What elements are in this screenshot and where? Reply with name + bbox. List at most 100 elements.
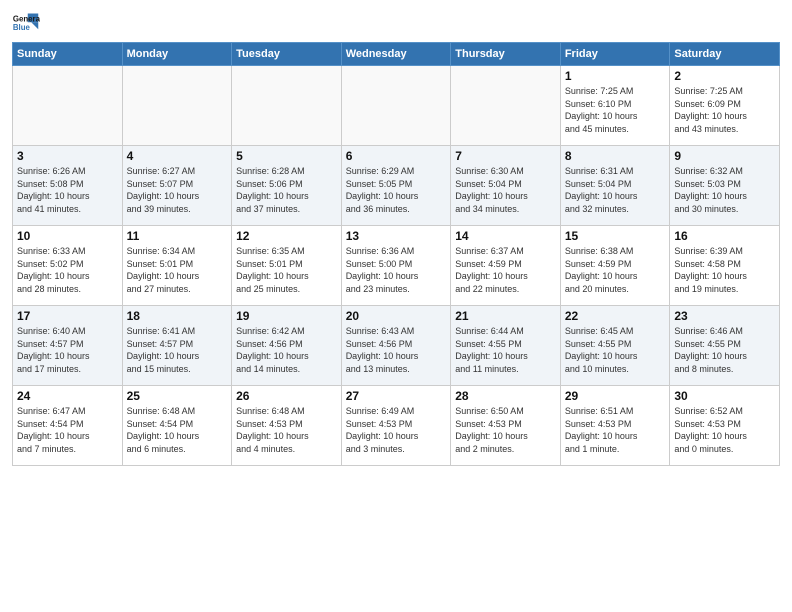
calendar-cell: 30 Sunrise: 6:52 AM Sunset: 4:53 PM Dayli… bbox=[670, 386, 780, 466]
day-number: 2 bbox=[674, 69, 775, 83]
weekday-header: Wednesday bbox=[341, 43, 451, 66]
day-number: 29 bbox=[565, 389, 666, 403]
day-number: 25 bbox=[127, 389, 228, 403]
calendar-cell bbox=[122, 66, 232, 146]
day-info: Sunrise: 6:49 AM Sunset: 4:53 PM Dayligh… bbox=[346, 405, 447, 455]
day-number: 24 bbox=[17, 389, 118, 403]
day-info: Sunrise: 6:26 AM Sunset: 5:08 PM Dayligh… bbox=[17, 165, 118, 215]
calendar-cell: 25 Sunrise: 6:48 AM Sunset: 4:54 PM Dayli… bbox=[122, 386, 232, 466]
calendar-cell: 28Sunrise: 6:50 AM Sunset: 4:53 PM Dayli… bbox=[451, 386, 561, 466]
day-number: 21 bbox=[455, 309, 556, 323]
calendar-cell bbox=[13, 66, 123, 146]
day-info: Sunrise: 6:36 AM Sunset: 5:00 PM Dayligh… bbox=[346, 245, 447, 295]
calendar-cell bbox=[341, 66, 451, 146]
logo-icon: General Blue bbox=[12, 10, 40, 38]
day-number: 8 bbox=[565, 149, 666, 163]
day-number: 26 bbox=[236, 389, 337, 403]
svg-text:General: General bbox=[13, 14, 40, 23]
weekday-header: Friday bbox=[560, 43, 670, 66]
day-info: Sunrise: 7:25 AM Sunset: 6:09 PM Dayligh… bbox=[674, 85, 775, 135]
calendar-week-row: 1 Sunrise: 7:25 AM Sunset: 6:10 PM Daylig… bbox=[13, 66, 780, 146]
day-info: Sunrise: 6:37 AM Sunset: 4:59 PM Dayligh… bbox=[455, 245, 556, 295]
day-number: 12 bbox=[236, 229, 337, 243]
day-number: 27 bbox=[346, 389, 447, 403]
day-number: 23 bbox=[674, 309, 775, 323]
logo: General Blue bbox=[12, 10, 40, 38]
calendar-cell: 10Sunrise: 6:33 AM Sunset: 5:02 PM Dayli… bbox=[13, 226, 123, 306]
calendar-cell: 13 Sunrise: 6:36 AM Sunset: 5:00 PM Dayli… bbox=[341, 226, 451, 306]
day-number: 14 bbox=[455, 229, 556, 243]
calendar-cell: 3Sunrise: 6:26 AM Sunset: 5:08 PM Daylig… bbox=[13, 146, 123, 226]
day-info: Sunrise: 7:25 AM Sunset: 6:10 PM Dayligh… bbox=[565, 85, 666, 135]
day-number: 10 bbox=[17, 229, 118, 243]
day-info: Sunrise: 6:32 AM Sunset: 5:03 PM Dayligh… bbox=[674, 165, 775, 215]
day-number: 20 bbox=[346, 309, 447, 323]
day-number: 30 bbox=[674, 389, 775, 403]
calendar-cell: 23 Sunrise: 6:46 AM Sunset: 4:55 PM Dayli… bbox=[670, 306, 780, 386]
calendar-cell: 6 Sunrise: 6:29 AM Sunset: 5:05 PM Daylig… bbox=[341, 146, 451, 226]
day-number: 4 bbox=[127, 149, 228, 163]
day-info: Sunrise: 6:29 AM Sunset: 5:05 PM Dayligh… bbox=[346, 165, 447, 215]
day-number: 18 bbox=[127, 309, 228, 323]
calendar-cell: 2 Sunrise: 7:25 AM Sunset: 6:09 PM Daylig… bbox=[670, 66, 780, 146]
day-info: Sunrise: 6:30 AM Sunset: 5:04 PM Dayligh… bbox=[455, 165, 556, 215]
day-number: 22 bbox=[565, 309, 666, 323]
day-info: Sunrise: 6:35 AM Sunset: 5:01 PM Dayligh… bbox=[236, 245, 337, 295]
calendar-cell: 4 Sunrise: 6:27 AM Sunset: 5:07 PM Daylig… bbox=[122, 146, 232, 226]
day-info: Sunrise: 6:46 AM Sunset: 4:55 PM Dayligh… bbox=[674, 325, 775, 375]
calendar-cell: 5Sunrise: 6:28 AM Sunset: 5:06 PM Daylig… bbox=[232, 146, 342, 226]
calendar-cell: 15Sunrise: 6:38 AM Sunset: 4:59 PM Dayli… bbox=[560, 226, 670, 306]
day-info: Sunrise: 6:42 AM Sunset: 4:56 PM Dayligh… bbox=[236, 325, 337, 375]
calendar-week-row: 3Sunrise: 6:26 AM Sunset: 5:08 PM Daylig… bbox=[13, 146, 780, 226]
calendar-table: SundayMondayTuesdayWednesdayThursdayFrid… bbox=[12, 42, 780, 466]
day-number: 5 bbox=[236, 149, 337, 163]
calendar-cell: 7 Sunrise: 6:30 AM Sunset: 5:04 PM Daylig… bbox=[451, 146, 561, 226]
calendar-cell: 22Sunrise: 6:45 AM Sunset: 4:55 PM Dayli… bbox=[560, 306, 670, 386]
header: General Blue bbox=[12, 10, 780, 38]
weekday-header: Saturday bbox=[670, 43, 780, 66]
svg-text:Blue: Blue bbox=[13, 23, 31, 32]
day-number: 19 bbox=[236, 309, 337, 323]
calendar-cell: 1 Sunrise: 7:25 AM Sunset: 6:10 PM Daylig… bbox=[560, 66, 670, 146]
day-info: Sunrise: 6:48 AM Sunset: 4:53 PM Dayligh… bbox=[236, 405, 337, 455]
day-info: Sunrise: 6:50 AM Sunset: 4:53 PM Dayligh… bbox=[455, 405, 556, 455]
day-info: Sunrise: 6:52 AM Sunset: 4:53 PM Dayligh… bbox=[674, 405, 775, 455]
calendar-week-row: 10Sunrise: 6:33 AM Sunset: 5:02 PM Dayli… bbox=[13, 226, 780, 306]
day-number: 7 bbox=[455, 149, 556, 163]
weekday-header: Thursday bbox=[451, 43, 561, 66]
calendar-cell: 14 Sunrise: 6:37 AM Sunset: 4:59 PM Dayli… bbox=[451, 226, 561, 306]
calendar-week-row: 24 Sunrise: 6:47 AM Sunset: 4:54 PM Dayli… bbox=[13, 386, 780, 466]
day-info: Sunrise: 6:34 AM Sunset: 5:01 PM Dayligh… bbox=[127, 245, 228, 295]
calendar-cell: 20 Sunrise: 6:43 AM Sunset: 4:56 PM Dayli… bbox=[341, 306, 451, 386]
day-info: Sunrise: 6:38 AM Sunset: 4:59 PM Dayligh… bbox=[565, 245, 666, 295]
day-info: Sunrise: 6:41 AM Sunset: 4:57 PM Dayligh… bbox=[127, 325, 228, 375]
calendar-week-row: 17Sunrise: 6:40 AM Sunset: 4:57 PM Dayli… bbox=[13, 306, 780, 386]
calendar-cell: 9Sunrise: 6:32 AM Sunset: 5:03 PM Daylig… bbox=[670, 146, 780, 226]
day-info: Sunrise: 6:31 AM Sunset: 5:04 PM Dayligh… bbox=[565, 165, 666, 215]
day-info: Sunrise: 6:48 AM Sunset: 4:54 PM Dayligh… bbox=[127, 405, 228, 455]
calendar-cell: 24 Sunrise: 6:47 AM Sunset: 4:54 PM Dayli… bbox=[13, 386, 123, 466]
day-info: Sunrise: 6:47 AM Sunset: 4:54 PM Dayligh… bbox=[17, 405, 118, 455]
calendar-cell: 18 Sunrise: 6:41 AM Sunset: 4:57 PM Dayli… bbox=[122, 306, 232, 386]
weekday-header-row: SundayMondayTuesdayWednesdayThursdayFrid… bbox=[13, 43, 780, 66]
calendar-cell bbox=[232, 66, 342, 146]
calendar-cell: 17Sunrise: 6:40 AM Sunset: 4:57 PM Dayli… bbox=[13, 306, 123, 386]
day-info: Sunrise: 6:40 AM Sunset: 4:57 PM Dayligh… bbox=[17, 325, 118, 375]
weekday-header: Tuesday bbox=[232, 43, 342, 66]
calendar-cell: 27 Sunrise: 6:49 AM Sunset: 4:53 PM Dayli… bbox=[341, 386, 451, 466]
weekday-header: Monday bbox=[122, 43, 232, 66]
day-number: 6 bbox=[346, 149, 447, 163]
calendar-cell: 12 Sunrise: 6:35 AM Sunset: 5:01 PM Dayli… bbox=[232, 226, 342, 306]
day-info: Sunrise: 6:27 AM Sunset: 5:07 PM Dayligh… bbox=[127, 165, 228, 215]
day-info: Sunrise: 6:44 AM Sunset: 4:55 PM Dayligh… bbox=[455, 325, 556, 375]
calendar-cell: 16Sunrise: 6:39 AM Sunset: 4:58 PM Dayli… bbox=[670, 226, 780, 306]
calendar-cell: 8 Sunrise: 6:31 AM Sunset: 5:04 PM Daylig… bbox=[560, 146, 670, 226]
calendar-cell: 29Sunrise: 6:51 AM Sunset: 4:53 PM Dayli… bbox=[560, 386, 670, 466]
day-number: 1 bbox=[565, 69, 666, 83]
day-info: Sunrise: 6:43 AM Sunset: 4:56 PM Dayligh… bbox=[346, 325, 447, 375]
day-number: 11 bbox=[127, 229, 228, 243]
page-container: General Blue SundayMondayTuesdayWednesda… bbox=[0, 0, 792, 472]
calendar-cell: 19 Sunrise: 6:42 AM Sunset: 4:56 PM Dayli… bbox=[232, 306, 342, 386]
calendar-cell bbox=[451, 66, 561, 146]
day-number: 13 bbox=[346, 229, 447, 243]
